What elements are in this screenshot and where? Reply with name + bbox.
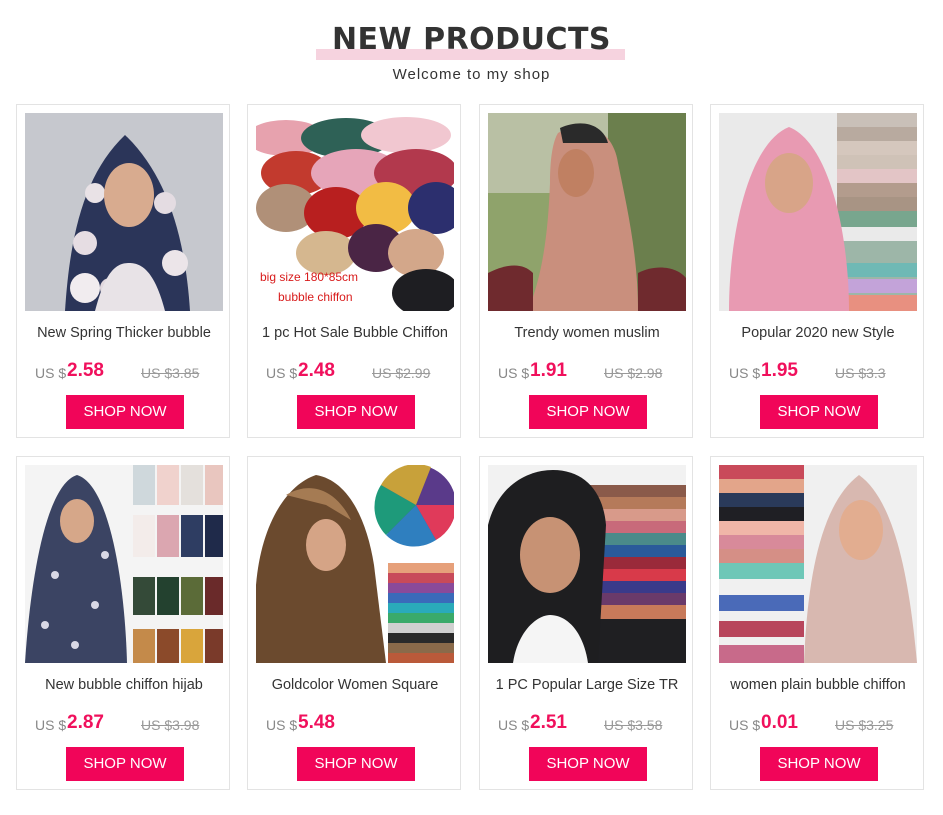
product-card[interactable]: Goldcolor Women Square US $ 5.48 SHOP NO… [247, 456, 461, 790]
product-grid: New Spring Thicker bubble US $ 2.58 US $… [16, 104, 928, 794]
sale-price: 5.48 [298, 712, 335, 733]
sale-price: 2.51 [530, 712, 567, 733]
currency-label: US $ [729, 365, 761, 381]
original-price: US $3.98 [141, 717, 200, 733]
product-card[interactable]: women plain bubble chiffon US $ 0.01 US … [710, 456, 924, 790]
shop-now-button[interactable]: SHOP NOW [297, 395, 415, 429]
product-image-hijab-floral [25, 113, 223, 311]
image-caption-2: bubble chiffon [278, 290, 353, 304]
product-name[interactable]: Popular 2020 new Style [717, 323, 919, 345]
shop-now-button[interactable]: SHOP NOW [760, 395, 878, 429]
price-row: US $ 2.51 US $3.58 [480, 712, 694, 738]
image-caption: big size 180*85cm [260, 270, 358, 284]
product-card[interactable]: 1 PC Popular Large Size TR US $ 2.51 US … [479, 456, 693, 790]
product-image[interactable] [25, 465, 223, 663]
product-name[interactable]: New Spring Thicker bubble [23, 323, 225, 345]
price-row: US $ 2.87 US $3.98 [17, 712, 231, 738]
sale-price: 2.87 [67, 712, 104, 733]
product-image[interactable] [488, 465, 686, 663]
price-row: US $ 2.48 US $2.99 [248, 360, 462, 386]
price-row: US $ 2.58 US $3.85 [17, 360, 231, 386]
product-name[interactable]: Trendy women muslim [486, 323, 688, 345]
product-name[interactable]: Goldcolor Women Square [254, 675, 456, 697]
original-price: US $2.99 [372, 365, 431, 381]
page-subtitle: Welcome to my shop [392, 66, 551, 83]
product-image[interactable] [488, 113, 686, 311]
sale-price: 0.01 [761, 712, 798, 733]
sale-price: 1.95 [761, 360, 798, 381]
product-image[interactable]: big size 180*85cm bubble chiffon [256, 113, 454, 311]
currency-label: US $ [498, 365, 530, 381]
currency-label: US $ [498, 717, 530, 733]
product-name[interactable]: 1 PC Popular Large Size TR [486, 675, 688, 697]
product-name[interactable]: 1 pc Hot Sale Bubble Chiffon [254, 323, 456, 345]
product-image-floral-chiffon [25, 465, 223, 663]
original-price: US $3.3 [835, 365, 886, 381]
sale-price: 2.48 [298, 360, 335, 381]
title-wrap: NEW PRODUCTS [0, 22, 943, 60]
shop-now-button[interactable]: SHOP NOW [529, 747, 647, 781]
original-price: US $2.98 [604, 365, 663, 381]
price-row: US $ 1.91 US $2.98 [480, 360, 694, 386]
original-price: US $3.85 [141, 365, 200, 381]
product-card[interactable]: big size 180*85cm bubble chiffon 1 pc Ho… [247, 104, 461, 438]
original-price: US $3.58 [604, 717, 663, 733]
currency-label: US $ [266, 717, 298, 733]
sale-price: 1.91 [530, 360, 567, 381]
shop-now-button[interactable]: SHOP NOW [66, 395, 184, 429]
page-title: NEW PRODUCTS [315, 22, 626, 60]
product-image[interactable] [719, 113, 917, 311]
currency-label: US $ [35, 717, 67, 733]
header: NEW PRODUCTS Welcome to my shop [0, 0, 943, 100]
price-row: US $ 5.48 [248, 712, 462, 738]
currency-label: US $ [266, 365, 298, 381]
shop-now-button[interactable]: SHOP NOW [760, 747, 878, 781]
price-row: US $ 0.01 US $3.25 [711, 712, 925, 738]
product-image-pink-hijab [719, 113, 917, 311]
original-price: US $3.25 [835, 717, 894, 733]
product-card[interactable]: New bubble chiffon hijab US $ 2.87 US $3… [16, 456, 230, 790]
shop-now-button[interactable]: SHOP NOW [66, 747, 184, 781]
page-title-text: NEW PRODUCTS [331, 22, 612, 57]
currency-label: US $ [729, 717, 761, 733]
product-image-pleated-scarf [488, 465, 686, 663]
product-name[interactable]: women plain bubble chiffon [717, 675, 919, 697]
product-image-jersey-hijab [488, 113, 686, 311]
product-image[interactable] [25, 113, 223, 311]
product-name[interactable]: New bubble chiffon hijab [23, 675, 225, 697]
product-card[interactable]: Popular 2020 new Style US $ 1.95 US $3.3… [710, 104, 924, 438]
product-image-plain-chiffon [719, 465, 917, 663]
currency-label: US $ [35, 365, 67, 381]
product-card[interactable]: Trendy women muslim US $ 1.91 US $2.98 S… [479, 104, 693, 438]
sale-price: 2.58 [67, 360, 104, 381]
price-row: US $ 1.95 US $3.3 [711, 360, 925, 386]
product-image-satin-square [256, 465, 454, 663]
product-image[interactable] [256, 465, 454, 663]
shop-now-button[interactable]: SHOP NOW [529, 395, 647, 429]
product-card[interactable]: New Spring Thicker bubble US $ 2.58 US $… [16, 104, 230, 438]
product-image-rolled-scarves: big size 180*85cm bubble chiffon [256, 113, 454, 311]
product-image[interactable] [719, 465, 917, 663]
shop-now-button[interactable]: SHOP NOW [297, 747, 415, 781]
